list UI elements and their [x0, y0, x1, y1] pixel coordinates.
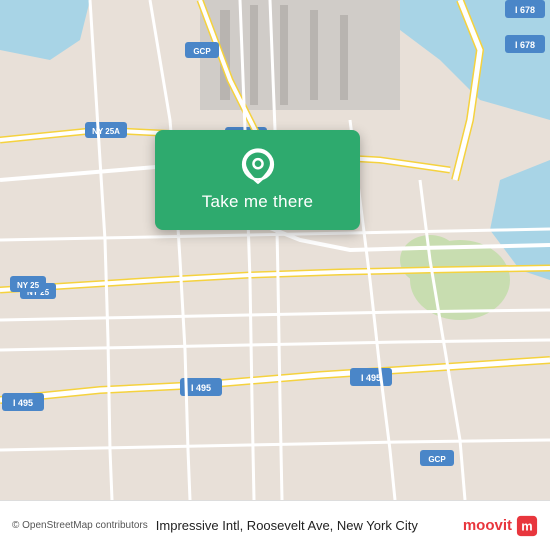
map-container: I 678 NY 25A NY 25A NY 25 GCP GCP I 495 …	[0, 0, 550, 500]
map-background: I 678 NY 25A NY 25A NY 25 GCP GCP I 495 …	[0, 0, 550, 500]
svg-text:I 495: I 495	[191, 383, 211, 393]
svg-text:m: m	[521, 518, 532, 533]
location-text: Impressive Intl, Roosevelt Ave, New York…	[156, 518, 463, 533]
svg-text:NY 25: NY 25	[17, 281, 40, 290]
svg-text:I 678: I 678	[515, 5, 535, 15]
location-pin-icon	[239, 148, 277, 186]
action-card[interactable]: Take me there	[155, 130, 360, 230]
svg-text:GCP: GCP	[193, 47, 211, 56]
svg-text:GCP: GCP	[428, 455, 446, 464]
moovit-logo-text: moovit	[463, 517, 512, 534]
svg-text:I 495: I 495	[361, 373, 381, 383]
copyright-text: © OpenStreetMap contributors	[12, 520, 148, 531]
bottom-bar: © OpenStreetMap contributors Impressive …	[0, 500, 550, 550]
svg-text:NY 25A: NY 25A	[92, 127, 120, 136]
moovit-brand-icon: m	[516, 515, 538, 537]
svg-text:I 495: I 495	[13, 398, 33, 408]
moovit-logo: moovit m	[463, 515, 538, 537]
svg-text:I 678: I 678	[515, 40, 535, 50]
action-button-label: Take me there	[202, 192, 314, 212]
